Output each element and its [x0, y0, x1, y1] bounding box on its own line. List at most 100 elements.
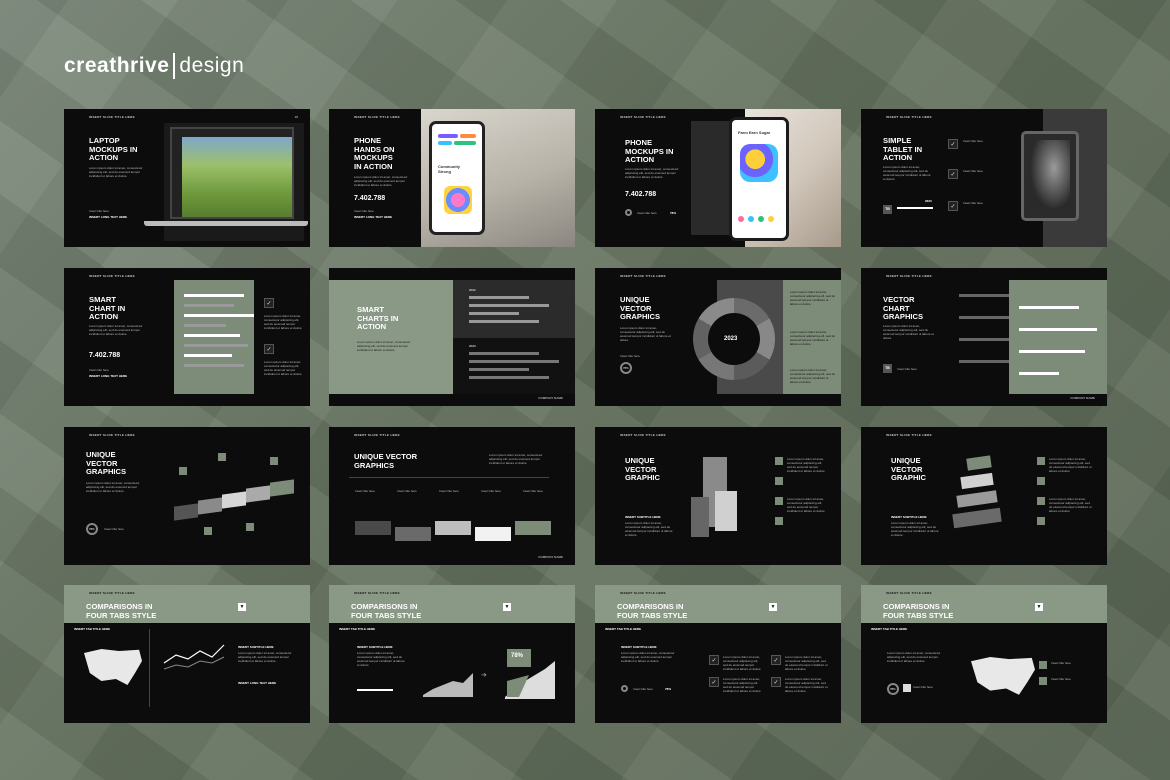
brand-separator: [173, 53, 176, 79]
hbar: [959, 294, 1009, 297]
slide-tag: INSERT SLIDE TITLE HERE: [886, 591, 932, 595]
slide-title: UNIQUE VECTOR GRAPHICS: [620, 295, 661, 321]
iso-block: [515, 521, 551, 535]
iso-step: [222, 491, 246, 509]
phone-mockup: Community Strong: [429, 121, 485, 235]
marker-box: [204, 527, 212, 535]
check-text: Lorem ipsum dolor sit amet, consectetur …: [785, 677, 828, 693]
slide-title: COMPARISONS IN FOUR TABS STYLE: [883, 602, 954, 620]
app-title: Farm Earn Sugar: [738, 130, 771, 135]
slide-tag: INSERT SLIDE TITLE HERE: [620, 433, 666, 437]
point-text: Lorem ipsum dolor sit amet, consectetur …: [790, 368, 836, 384]
percent-label: 78%: [665, 687, 672, 691]
hbar: [184, 314, 254, 317]
iso-step: [246, 485, 270, 503]
slide-tag: INSERT SLIDE TITLE HERE: [620, 115, 666, 119]
chevron-down-icon[interactable]: ▼: [1035, 603, 1043, 611]
layer-slab: [966, 455, 992, 471]
point-text: Insert title here: [1051, 677, 1071, 681]
layer-slab: [952, 507, 1002, 529]
item-label: Insert title here: [354, 209, 374, 213]
slide-body: Lorem ipsum dolor sit amet, consectetur …: [887, 651, 941, 663]
app-chip: [460, 134, 476, 138]
slide-unique-vector-graphics-steps[interactable]: INSERT SLIDE TITLE HERE UNIQUE VECTOR GR…: [64, 427, 310, 565]
slide-tag: INSERT SLIDE TITLE HERE: [620, 591, 666, 595]
progress-bar: [897, 207, 933, 209]
point-text: Lorem ipsum dolor sit amet, consectetur …: [787, 497, 825, 513]
slide-title: LAPTOP MOCKUPS IN ACTION: [89, 136, 138, 162]
hbar: [184, 344, 248, 347]
slide-unique-vector-graphic-layers[interactable]: INSERT SLIDE TITLE HERE UNIQUE VECTOR GR…: [861, 427, 1107, 565]
hbar: [469, 312, 519, 315]
chevron-down-icon[interactable]: ▼: [769, 603, 777, 611]
item-label: Insert title here: [620, 354, 640, 358]
check-icon: ✓: [771, 677, 781, 687]
laptop-screen: [170, 127, 294, 219]
slide-phone-hands-on[interactable]: INSERT SLIDE TITLE HERE PHONE HANDS ON M…: [329, 109, 575, 247]
hbar: [1019, 372, 1059, 375]
dot-icon: [768, 216, 774, 222]
slide-grid: INSERT SLIDE TITLE HERE 28 LAPTOP MOCKUP…: [64, 109, 1107, 723]
slide-simple-tablet[interactable]: INSERT SLIDE TITLE HERE SIMPLE TABLET IN…: [861, 109, 1107, 247]
marker-box: [179, 467, 187, 475]
slide-body: Lorem ipsum dolor sit amet, consectetur …: [625, 521, 673, 537]
cube-stack: [715, 491, 737, 531]
slide-unique-vector-graphics-blocks[interactable]: INSERT SLIDE TITLE HERE UNIQUE VECTOR GR…: [329, 427, 575, 565]
slide-smart-charts[interactable]: INSERT SLIDE TITLE HERE SMART CHARTS IN …: [329, 268, 575, 406]
hbar: [469, 376, 549, 379]
slide-laptop-mockup[interactable]: INSERT SLIDE TITLE HERE 28 LAPTOP MOCKUP…: [64, 109, 310, 247]
insert-subtitle: INSERT SUBTITLE HERE: [238, 645, 274, 649]
marker-box: [1037, 477, 1045, 485]
insert-long-text: INSERT LONG TEXT HERE: [354, 215, 393, 219]
tab-title: INSERT TAB TITLE HERE: [871, 627, 908, 631]
check-icon: ✓: [948, 201, 958, 211]
top-strip: [329, 268, 575, 280]
insert-subtitle: INSERT SUBTITLE HERE: [891, 515, 927, 519]
dot-icon: [758, 216, 764, 222]
slide-body: Lorem ipsum dolor sit amet, consectetur …: [354, 175, 408, 187]
check-icon: ✓: [771, 655, 781, 665]
slide-smart-chart[interactable]: INSERT SLIDE TITLE HERE SMART CHART IN A…: [64, 268, 310, 406]
slide-footer: COMPANY NAME: [538, 396, 563, 400]
item-label: Insert title here: [637, 211, 657, 215]
slide-tag: INSERT SLIDE TITLE HERE: [886, 274, 932, 278]
slide-title: UNIQUE VECTOR GRAPHIC: [625, 456, 661, 482]
brand-name-light: design: [179, 54, 245, 77]
point-text: Insert title here: [439, 489, 459, 493]
check-text: Lorem ipsum dolor sit amet, consectetur …: [264, 360, 302, 376]
percent-label: 78%: [890, 687, 896, 691]
area-chart: [423, 661, 555, 699]
slide-comparisons-4[interactable]: INSERT SLIDE TITLE HERE COMPARISONS IN F…: [861, 585, 1107, 723]
slide-title: UNIQUE VECTOR GRAPHICS: [354, 452, 418, 470]
slide-phone-mockup[interactable]: INSERT SLIDE TITLE HERE PHONE MOCKUPS IN…: [595, 109, 841, 247]
point-text: Insert title here: [481, 489, 501, 493]
slide-comparisons-2[interactable]: INSERT SLIDE TITLE HERE COMPARISONS IN F…: [329, 585, 575, 723]
hbar: [469, 360, 559, 363]
slide-unique-vector-graphics[interactable]: INSERT SLIDE TITLE HERE UNIQUE VECTOR GR…: [595, 268, 841, 406]
brand-name-bold: creathrive: [64, 54, 170, 77]
slide-unique-vector-graphic-cubes[interactable]: INSERT SLIDE TITLE HERE UNIQUE VECTOR GR…: [595, 427, 841, 565]
slide-tag: INSERT SLIDE TITLE HERE: [620, 274, 666, 278]
tablet-mockup: [1021, 131, 1079, 221]
hbar: [1019, 350, 1085, 353]
slide-title: SMART CHART IN ACTION: [89, 295, 126, 321]
marker-box: [1039, 677, 1047, 685]
check-text: Lorem ipsum dolor sit amet, consectetur …: [723, 677, 761, 693]
car-image: [1030, 140, 1070, 210]
check-icon: ✓: [264, 344, 274, 354]
slide-title: UNIQUE VECTOR GRAPHICS: [86, 450, 127, 476]
hbar: [469, 368, 529, 371]
layer-slab: [960, 472, 994, 490]
app-illustration: [444, 186, 472, 214]
slide-vector-chart-graphics[interactable]: INSERT SLIDE TITLE HERE VECTOR CHART GRA…: [861, 268, 1107, 406]
slide-comparisons-3[interactable]: INSERT SLIDE TITLE HERE COMPARISONS IN F…: [595, 585, 841, 723]
slide-comparisons-1[interactable]: INSERT SLIDE TITLE HERE COMPARISONS IN F…: [64, 585, 310, 723]
page-number: 28: [294, 115, 298, 119]
laptop-base: [144, 221, 308, 226]
item-label: Insert title here: [633, 687, 653, 691]
slide-body: Lorem ipsum dolor sit amet, consectetur …: [89, 324, 143, 336]
item-label: Insert title here: [89, 209, 109, 213]
tab-title: INSERT TAB TITLE HERE: [605, 627, 642, 631]
slide-body: Lorem ipsum dolor sit amet, consectetur …: [89, 166, 143, 178]
point-text: Lorem ipsum dolor sit amet, consectetur …: [790, 330, 836, 346]
